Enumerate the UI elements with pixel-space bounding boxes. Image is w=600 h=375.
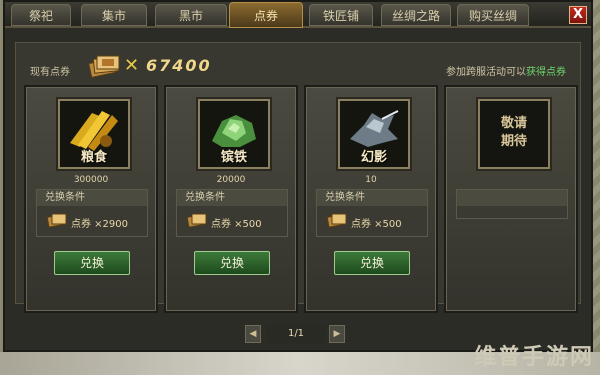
tab-sacrifice[interactable]: 祭祀 (11, 4, 71, 26)
empty-condition-box (456, 189, 568, 219)
exchange-condition: 兑换条件 点券 ×500 (176, 189, 288, 237)
item-quantity: 300000 (73, 175, 109, 185)
redeem-button[interactable]: 兑换 (54, 251, 130, 275)
coming-soon-line1: 敬请 (500, 116, 527, 131)
coming-soon-line2: 期待 (500, 134, 527, 149)
exchange-condition: 兑换条件 点券 ×2900 (36, 189, 148, 237)
condition-cost: 点券 ×500 (351, 219, 402, 230)
coupon-icon (187, 213, 207, 228)
item-name: 镔铁 (220, 150, 247, 165)
exchange-window: 祭祀 集市 黑市 点券 铁匠铺 丝绸之路 购买丝绸 X 现有点券 ✕ 67400… (3, 0, 593, 352)
multiply-sign: ✕ (124, 55, 140, 76)
redeem-button[interactable]: 兑换 (194, 251, 270, 275)
condition-row: 点券 ×500 (317, 206, 427, 236)
coming-soon-frame: 敬请 期待 (478, 99, 550, 169)
tab-bar: 祭祀 集市 黑市 点券 铁匠铺 丝绸之路 购买丝绸 X (5, 2, 591, 28)
condition-cost: 点券 ×2900 (71, 219, 129, 230)
coupon-icon (47, 213, 67, 228)
condition-title: 兑换条件 (177, 190, 287, 206)
condition-title: 兑换条件 (317, 190, 427, 206)
item-name: 粮食 (80, 150, 107, 165)
page-indicator: 1/1 (267, 325, 325, 343)
coupon-label: 现有点券 (30, 67, 70, 78)
condition-row: 点券 ×500 (177, 206, 287, 236)
get-coupons-link[interactable]: 获得点券 (526, 67, 566, 78)
item-frame: 幻影 (338, 99, 410, 169)
pagination: ◀ 1/1 ▶ (245, 325, 347, 343)
coming-soon-card: 敬请 期待 (444, 85, 578, 313)
event-hint-text: 参加跨服活动可以 (446, 67, 526, 78)
item-frame: 镔铁 (198, 99, 270, 169)
watermark: 维普手游网 (473, 345, 594, 370)
tab-black-market[interactable]: 黑市 (155, 4, 227, 26)
redeem-button[interactable]: 兑换 (334, 251, 410, 275)
tab-silk-road[interactable]: 丝绸之路 (381, 4, 451, 26)
empty-condition-bar (457, 190, 567, 206)
event-hint: 参加跨服活动可以获得点券 (446, 63, 566, 78)
exchange-card-phantom: 幻影 10 兑换条件 点券 ×500 兑换 (304, 85, 438, 313)
exchange-card-iron: 镔铁 20000 兑换条件 点券 ×500 兑换 (164, 85, 298, 313)
coming-soon-text: 敬请 期待 (480, 115, 548, 151)
item-frame: 粮食 (58, 99, 130, 169)
condition-cost: 点券 ×500 (211, 219, 262, 230)
next-page-button[interactable]: ▶ (329, 325, 345, 343)
item-quantity: 20000 (216, 175, 246, 185)
tab-coupons[interactable]: 点券 (229, 2, 303, 28)
condition-title: 兑换条件 (37, 190, 147, 206)
tab-blacksmith[interactable]: 铁匠铺 (309, 4, 373, 26)
tab-market[interactable]: 集市 (81, 4, 147, 26)
coupon-panel: 现有点券 ✕ 67400 参加跨服活动可以获得点券 粮食 300000 兑换条件… (15, 42, 581, 313)
coupon-count: 67400 (146, 56, 212, 75)
close-button[interactable]: X (569, 6, 587, 24)
item-quantity: 10 (365, 175, 377, 185)
prev-page-button[interactable]: ◀ (245, 325, 261, 343)
condition-row: 点券 ×2900 (37, 206, 147, 236)
coupon-stack-icon (88, 55, 120, 78)
tab-buy-silk[interactable]: 购买丝绸 (457, 4, 529, 26)
exchange-condition: 兑换条件 点券 ×500 (316, 189, 428, 237)
item-name: 幻影 (360, 150, 387, 165)
exchange-card-grain: 粮食 300000 兑换条件 点券 ×2900 兑换 (24, 85, 158, 313)
coupon-icon (327, 213, 347, 228)
